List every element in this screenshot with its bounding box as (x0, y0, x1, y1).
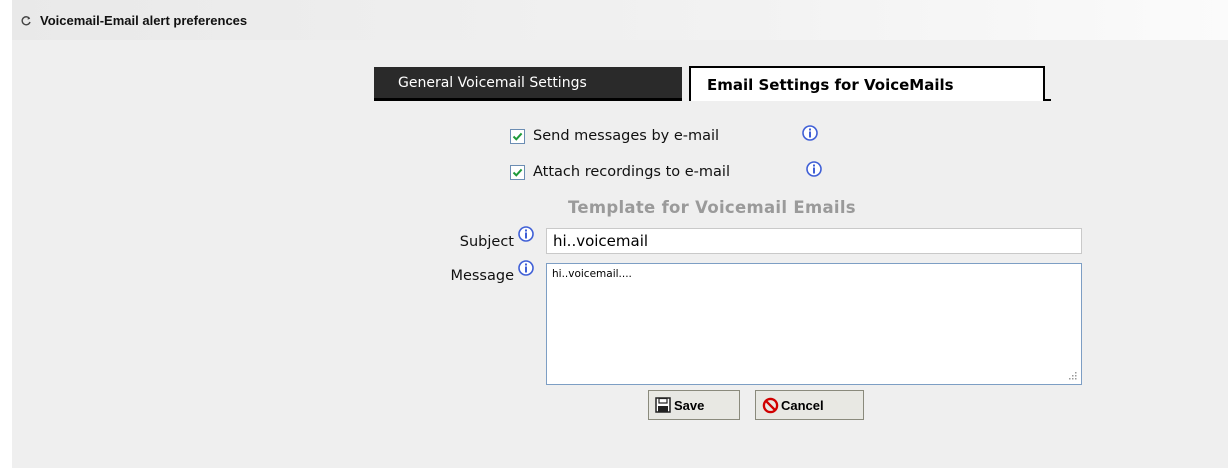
info-icon[interactable] (518, 226, 534, 242)
floppy-disk-icon (655, 397, 671, 413)
save-button[interactable]: Save (648, 390, 740, 420)
panel-header: Voicemail-Email alert preferences (12, 0, 1228, 40)
panel-title: Voicemail-Email alert preferences (40, 13, 248, 28)
info-icon[interactable] (806, 161, 822, 177)
tab-email-settings[interactable]: Email Settings for VoiceMails (689, 66, 1045, 101)
voicemail-email-panel: Voicemail-Email alert preferences Genera… (12, 0, 1228, 468)
attach-recordings-row: Attach recordings to e-mail (510, 161, 870, 184)
message-label: Message (450, 268, 514, 284)
tab-divider (1043, 87, 1051, 101)
tab-general-label: General Voicemail Settings (398, 75, 587, 91)
info-icon[interactable] (518, 260, 534, 276)
resize-grip-icon[interactable] (1067, 370, 1077, 380)
tab-email-label: Email Settings for VoiceMails (707, 76, 954, 94)
subject-label: Subject (459, 234, 514, 250)
prohibited-icon (762, 397, 779, 414)
cancel-label: Cancel (781, 398, 824, 413)
message-text: hi..voicemail.... (552, 268, 632, 280)
checkmark-icon (512, 132, 523, 141)
send-by-email-row: Send messages by e-mail (510, 125, 870, 148)
refresh-icon (21, 16, 31, 26)
send-by-email-label: Send messages by e-mail (533, 128, 720, 144)
save-label: Save (674, 398, 705, 413)
info-icon[interactable] (802, 125, 818, 141)
send-by-email-checkbox[interactable] (510, 129, 525, 144)
template-heading: Template for Voicemail Emails (568, 198, 856, 217)
checkmark-icon (512, 168, 523, 177)
attach-recordings-checkbox[interactable] (510, 165, 525, 180)
cancel-button[interactable]: Cancel (755, 390, 864, 420)
subject-input[interactable] (546, 228, 1082, 254)
tab-general-voicemail-settings[interactable]: General Voicemail Settings (374, 67, 682, 101)
message-textarea[interactable]: hi..voicemail.... (546, 263, 1082, 385)
attach-recordings-label: Attach recordings to e-mail (533, 164, 730, 180)
